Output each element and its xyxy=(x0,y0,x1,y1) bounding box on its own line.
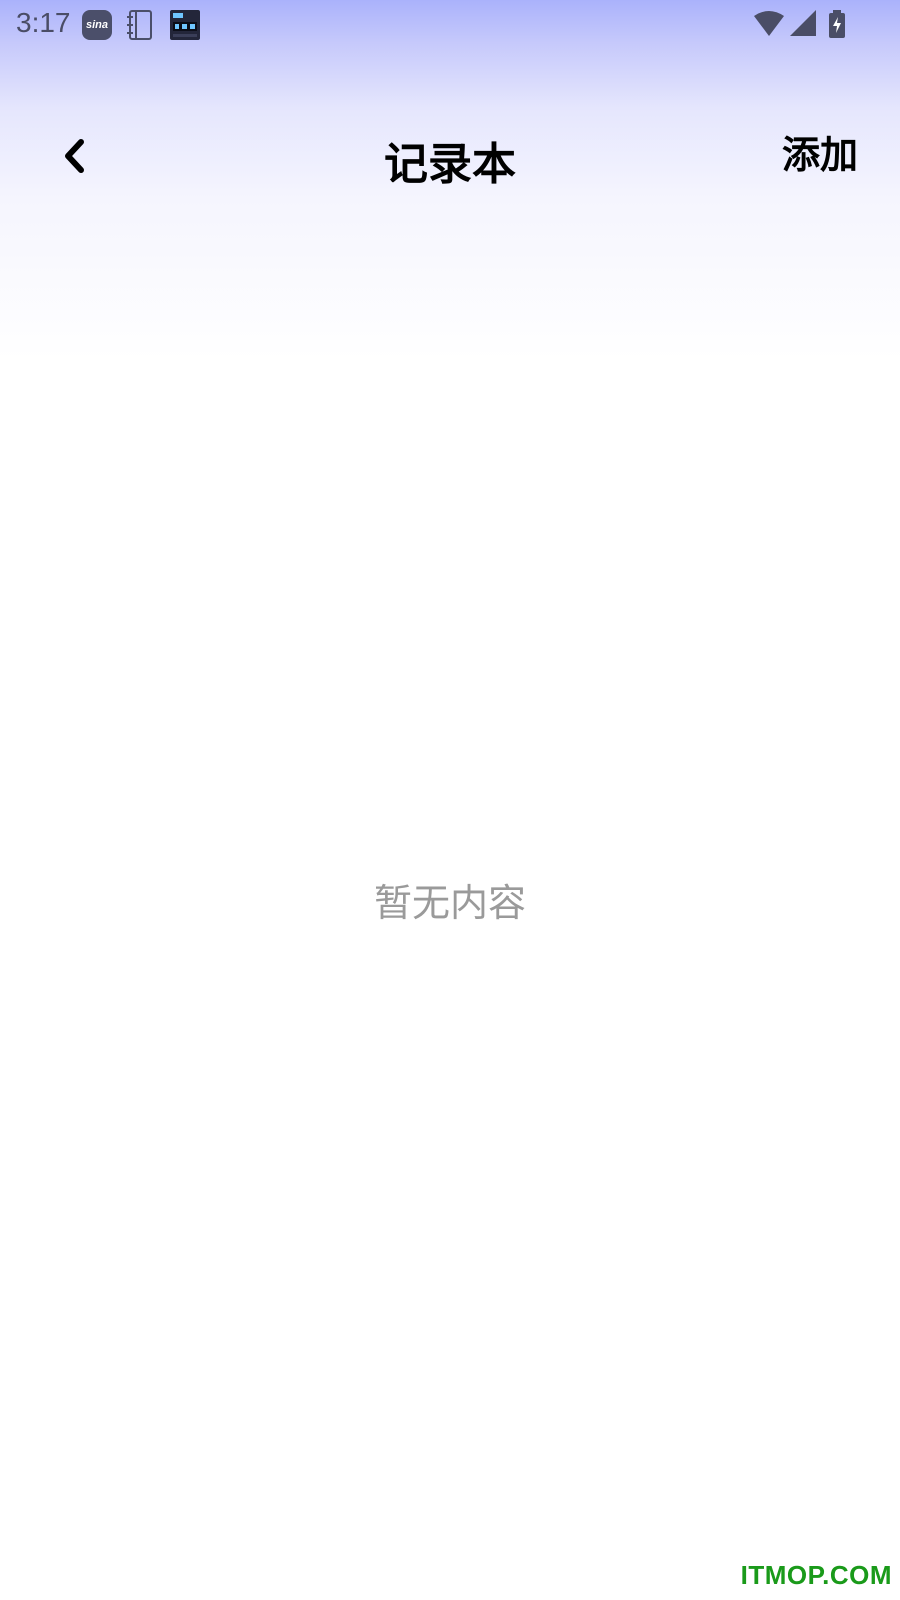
empty-state-message: 暂无内容 xyxy=(373,881,526,925)
top-navigation-bar: 记录本 添加 xyxy=(0,110,900,210)
status-bar: 3:17 sina xyxy=(0,0,900,48)
signal-icon xyxy=(790,10,816,40)
sina-weibo-icon: sina xyxy=(82,10,112,40)
sina-icon-label: sina xyxy=(85,19,108,31)
watermark: ITMOP.COM xyxy=(740,1560,892,1590)
status-time: 3:17 xyxy=(16,7,71,38)
add-button[interactable]: 添加 xyxy=(782,124,858,179)
digital-clock-icon xyxy=(170,10,200,40)
wifi-icon xyxy=(754,10,784,40)
page-title: 记录本 xyxy=(384,139,516,190)
notebook-icon xyxy=(127,10,153,40)
battery-charging-icon xyxy=(828,10,846,42)
